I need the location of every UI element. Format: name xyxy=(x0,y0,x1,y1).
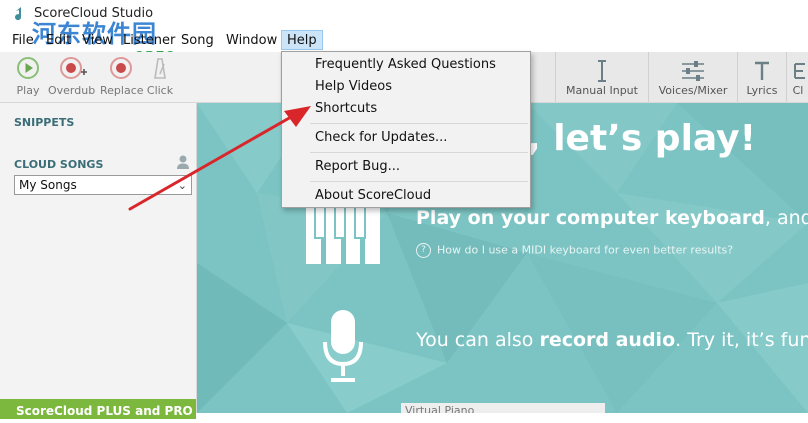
menu-item-check-updates[interactable]: Check for Updates... xyxy=(315,130,447,145)
replace-icon xyxy=(110,57,132,79)
question-icon: ? xyxy=(416,243,431,258)
tab-voices-mixer-label: Voices/Mixer xyxy=(658,84,728,97)
tab-voices-mixer[interactable]: Voices/Mixer xyxy=(648,52,737,102)
sidebar: SNIPPETS CLOUD SONGS My Songs ⌄ ScoreClo… xyxy=(0,103,197,419)
play-icon xyxy=(17,57,39,79)
mixer-icon xyxy=(682,61,704,81)
tab-manual-input-label: Manual Input xyxy=(566,84,638,97)
menu-item-help-videos[interactable]: Help Videos xyxy=(315,79,392,94)
cloud-songs-select-value: My Songs xyxy=(19,178,77,192)
menu-bar: File Edit View Listener Song Window Help xyxy=(0,30,808,52)
welcome-headline: , let’s play! xyxy=(527,118,756,159)
menu-listener[interactable]: Listener xyxy=(123,33,175,48)
scorecloud-logo-icon xyxy=(15,7,22,21)
menu-separator xyxy=(310,152,528,153)
overdub-label: Overdub xyxy=(48,84,96,97)
replace-button[interactable]: Replace xyxy=(100,56,144,97)
metronome-icon xyxy=(154,58,166,79)
overdub-icon xyxy=(60,57,87,79)
menu-separator xyxy=(310,181,528,182)
help-menu-dropdown: Frequently Asked Questions Help Videos S… xyxy=(281,51,531,208)
virtual-piano-tab[interactable]: Virtual Piano xyxy=(401,403,605,413)
replace-label: Replace xyxy=(100,84,144,97)
overdub-button[interactable]: Overdub xyxy=(48,56,96,97)
keyboard-intro-rest: , and m xyxy=(764,207,808,229)
menu-file[interactable]: File xyxy=(12,33,34,48)
tab-lyrics-label: Lyrics xyxy=(746,84,778,97)
menu-view[interactable]: View xyxy=(82,33,113,48)
tab-cloud[interactable]: Cl xyxy=(786,52,808,102)
piano-icon xyxy=(306,203,380,264)
menu-item-shortcuts[interactable]: Shortcuts xyxy=(315,101,377,116)
keyboard-intro: Play on your computer keyboard, and m xyxy=(416,207,808,229)
menu-window[interactable]: Window xyxy=(226,33,277,48)
user-icon[interactable] xyxy=(176,154,190,170)
menu-item-faq[interactable]: Frequently Asked Questions xyxy=(315,57,496,72)
snippets-heading: SNIPPETS xyxy=(14,116,75,129)
menu-help[interactable]: Help xyxy=(281,30,323,50)
click-label: Click xyxy=(146,84,174,97)
play-label: Play xyxy=(16,84,40,97)
microphone-icon xyxy=(323,310,363,382)
record-audio-prefix: You can also xyxy=(416,329,540,351)
menu-item-report-bug[interactable]: Report Bug... xyxy=(315,159,400,174)
keyboard-intro-bold: Play on your computer keyboard xyxy=(416,207,765,229)
click-button[interactable]: Click xyxy=(145,56,175,97)
chevron-down-icon: ⌄ xyxy=(177,179,187,192)
cloud-icon xyxy=(794,63,805,79)
play-button[interactable]: Play xyxy=(12,56,44,97)
menu-separator xyxy=(310,123,528,124)
manual-input-icon xyxy=(598,60,606,82)
menu-song[interactable]: Song xyxy=(181,33,214,48)
tab-lyrics[interactable]: Lyrics xyxy=(737,52,786,102)
menu-edit[interactable]: Edit xyxy=(46,33,71,48)
cloud-songs-heading: CLOUD SONGS xyxy=(14,158,104,171)
record-audio-bold: record audio xyxy=(539,329,676,351)
record-audio-rest: . Try it, it’s fun! xyxy=(675,329,808,351)
promo-banner[interactable]: ScoreCloud PLUS and PRO xyxy=(0,399,196,419)
menu-item-about[interactable]: About ScoreCloud xyxy=(315,188,431,203)
text-icon xyxy=(755,61,769,80)
midi-help-text: How do I use a MIDI keyboard for even be… xyxy=(437,243,734,257)
cloud-songs-select[interactable]: My Songs ⌄ xyxy=(14,175,192,195)
midi-help-link[interactable]: ? How do I use a MIDI keyboard for even b… xyxy=(416,243,733,258)
record-audio-intro: You can also record audio. Try it, it’s … xyxy=(416,329,808,351)
tab-cloud-label: Cl xyxy=(792,84,804,97)
tab-manual-input[interactable]: Manual Input xyxy=(555,52,648,102)
